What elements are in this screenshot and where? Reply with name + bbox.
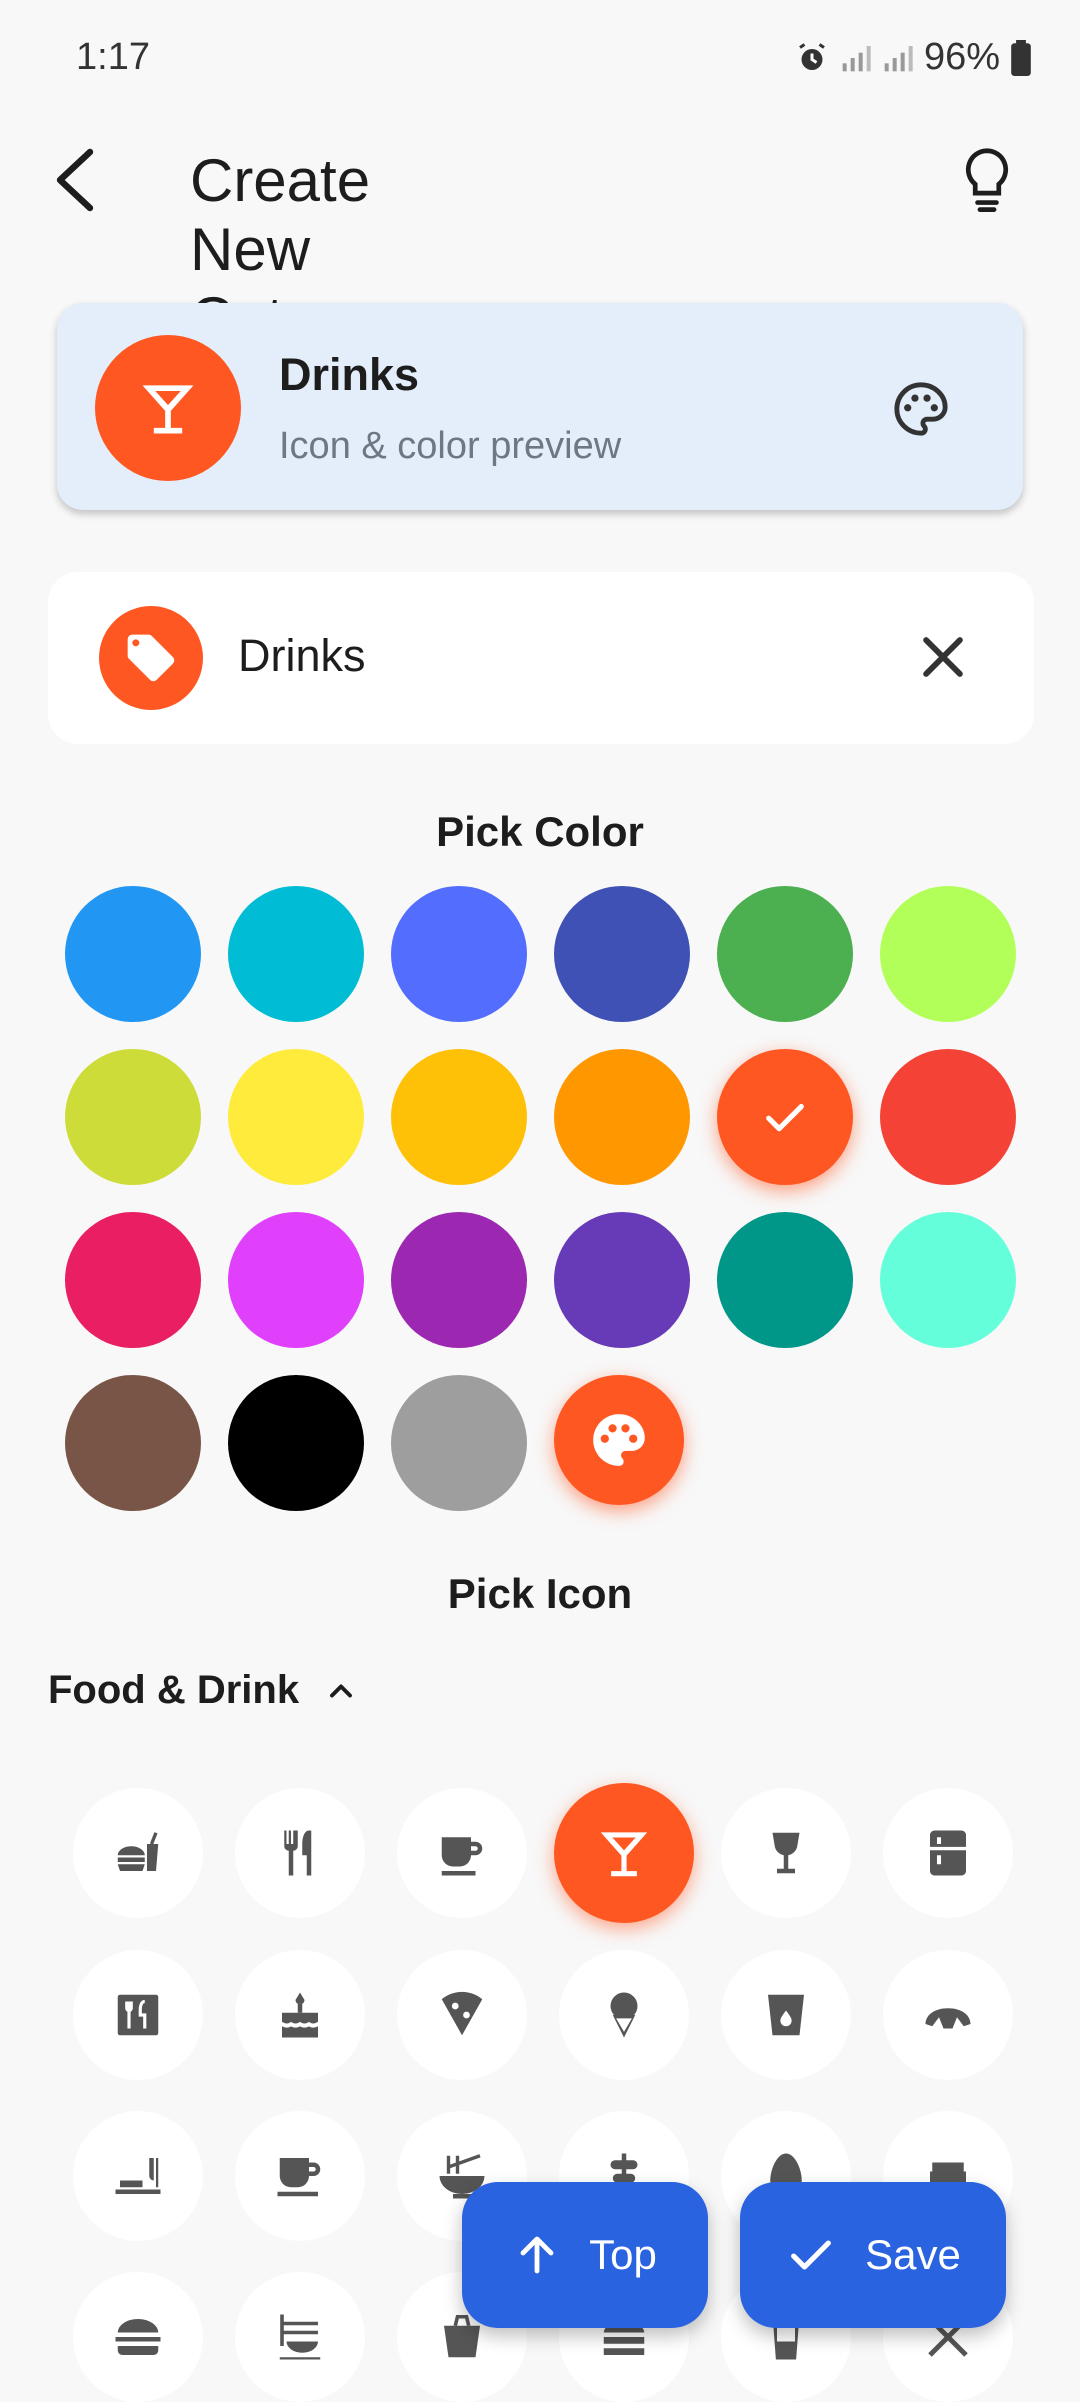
cake-icon xyxy=(282,1992,318,2038)
custom-color-button[interactable] xyxy=(554,1375,684,1505)
icon-category-label: Food & Drink xyxy=(48,1668,300,1712)
preview-icon-circle xyxy=(95,335,241,481)
dining-icon xyxy=(115,2158,161,2194)
preview-name: Drinks xyxy=(279,349,420,400)
status-bar: 1:17 96% xyxy=(0,0,1080,118)
tag-icon xyxy=(127,634,175,682)
color-swatch[interactable] xyxy=(554,1212,690,1348)
lightbulb-icon[interactable] xyxy=(958,146,1016,212)
color-swatch[interactable] xyxy=(65,1049,201,1185)
icecream-icon xyxy=(610,1992,638,2038)
status-icons: 96% xyxy=(794,36,1032,79)
back-arrow-icon[interactable] xyxy=(50,148,102,212)
color-swatch[interactable] xyxy=(391,1375,527,1511)
battery-percent: 96% xyxy=(923,36,1000,78)
scroll-top-button[interactable]: Top xyxy=(462,2182,708,2328)
pick-color-title: Pick Color xyxy=(436,808,644,855)
check-icon xyxy=(766,1103,804,1132)
save-label: Save xyxy=(865,2231,961,2278)
icon-option[interactable] xyxy=(554,1783,694,1923)
icon-category-header[interactable]: Food & Drink xyxy=(48,1668,359,1713)
tag-icon-circle xyxy=(99,606,203,710)
close-icon[interactable] xyxy=(914,628,972,686)
color-swatch[interactable] xyxy=(391,1049,527,1185)
color-swatch[interactable] xyxy=(717,1049,853,1185)
battery-icon xyxy=(1011,39,1031,76)
pizza-icon xyxy=(441,1991,483,2036)
icon-option[interactable] xyxy=(73,2272,203,2402)
icon-option[interactable] xyxy=(883,1788,1013,1918)
icon-option[interactable] xyxy=(235,1950,365,2080)
palette-icon xyxy=(593,1414,645,1466)
icon-option[interactable] xyxy=(397,1788,527,1918)
color-swatch[interactable] xyxy=(554,1049,690,1185)
color-swatch[interactable] xyxy=(65,886,201,1022)
color-swatch[interactable] xyxy=(228,1049,364,1185)
alarm-icon xyxy=(799,42,825,70)
color-swatch[interactable] xyxy=(554,886,690,1022)
color-swatch[interactable] xyxy=(65,1375,201,1511)
color-swatch[interactable] xyxy=(717,886,853,1022)
color-swatch[interactable] xyxy=(391,886,527,1022)
status-time: 1:17 xyxy=(76,36,150,78)
pick-icon-title: Pick Icon xyxy=(447,1570,633,1617)
scroll-top-label: Top xyxy=(589,2231,657,2278)
color-swatch[interactable] xyxy=(880,886,1016,1022)
bakery-icon xyxy=(925,2008,971,2029)
cocktail-icon xyxy=(142,385,194,434)
chevron-up-icon xyxy=(330,1684,353,1697)
color-swatch[interactable] xyxy=(880,1049,1016,1185)
coffee-icon xyxy=(441,1837,483,1876)
icon-option[interactable] xyxy=(73,1950,203,2080)
icon-option[interactable] xyxy=(73,1788,203,1918)
icon-option[interactable] xyxy=(235,1788,365,1918)
ramen-dining-icon xyxy=(279,2314,321,2360)
color-swatch[interactable] xyxy=(65,1212,201,1348)
restaurant-menu-icon xyxy=(117,1994,159,2036)
icon-option[interactable] xyxy=(235,2111,365,2241)
color-swatch[interactable] xyxy=(228,1212,364,1348)
water-glass-icon xyxy=(768,1994,804,2036)
color-swatch[interactable] xyxy=(228,1375,364,1511)
icon-option[interactable] xyxy=(883,1950,1013,2080)
icon-option[interactable] xyxy=(559,1950,689,2080)
icon-option[interactable] xyxy=(73,2111,203,2241)
save-button[interactable]: Save xyxy=(740,2182,1006,2328)
preview-subtitle: Icon & color preview xyxy=(279,425,622,467)
signal-icon-2 xyxy=(884,45,913,71)
arrow-up-icon xyxy=(520,2236,554,2274)
category-name-value[interactable]: Drinks xyxy=(238,630,366,682)
icon-option[interactable] xyxy=(397,1950,527,2080)
kitchen-icon xyxy=(930,1830,966,1876)
restaurant-icon xyxy=(284,1830,312,1876)
burger-icon xyxy=(115,2319,161,2355)
check-icon xyxy=(791,2240,832,2270)
color-swatch[interactable] xyxy=(228,886,364,1022)
wine-glass-icon xyxy=(772,1832,800,1874)
color-swatch[interactable] xyxy=(717,1212,853,1348)
category-preview-card: Drinks Icon & color preview xyxy=(57,303,1023,510)
color-swatch[interactable] xyxy=(391,1212,527,1348)
signal-icon xyxy=(842,45,871,71)
icon-option[interactable] xyxy=(235,2272,365,2402)
category-name-field[interactable]: Drinks xyxy=(48,572,1034,744)
icon-option[interactable] xyxy=(721,1950,851,2080)
icon-option[interactable] xyxy=(721,1788,851,1918)
cocktail-icon xyxy=(600,1832,648,1877)
palette-icon[interactable] xyxy=(892,380,950,438)
fastfood-icon xyxy=(117,1832,159,1871)
cafe-icon xyxy=(277,2158,321,2197)
color-swatch[interactable] xyxy=(880,1212,1016,1348)
